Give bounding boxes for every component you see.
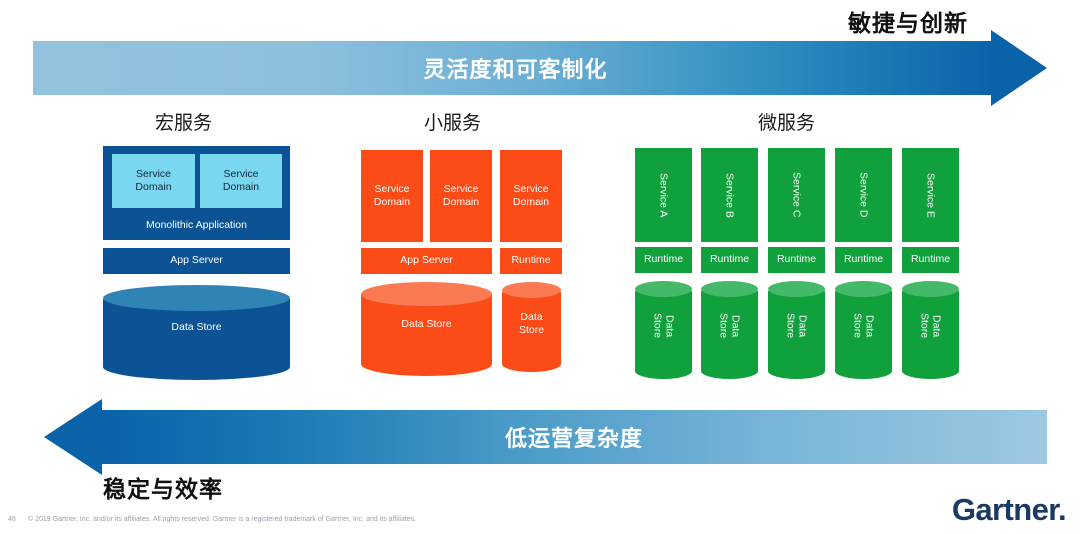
slide-canvas: 敏捷与创新 灵活度和可客制化 宏服务 小服务 微服务 Service Domai… <box>0 0 1080 534</box>
cylinder-top-cap <box>502 282 561 298</box>
service-domain-box: Service Domain <box>200 154 282 208</box>
service-domain-box: Service Domain <box>430 150 492 242</box>
service-label: Service B <box>723 172 736 218</box>
data-store-cylinder: Data Store <box>635 281 692 379</box>
stability-arrow-label: 低运营复杂度 <box>504 426 643 451</box>
service-label: Service C <box>790 172 803 218</box>
cylinder-bottom-cap <box>635 363 692 379</box>
gartner-logo-mark: . <box>1057 492 1067 527</box>
cylinder-bottom-cap <box>361 352 492 376</box>
stability-arrow-head-icon <box>44 399 102 475</box>
cylinder-top-cap <box>768 281 825 297</box>
cylinder-bottom-cap <box>902 363 959 379</box>
cylinder-bottom-cap <box>701 363 758 379</box>
runtime-box: Runtime <box>635 247 692 273</box>
page-number: 48 <box>8 516 16 523</box>
cylinder-top-cap <box>902 281 959 297</box>
data-store-text: Data Store <box>784 313 809 339</box>
service-label: Service A <box>657 172 670 218</box>
data-store-text: Data Store <box>851 313 876 339</box>
app-server-box: App Server <box>361 248 492 274</box>
gartner-logo: Gartner. <box>951 492 1067 528</box>
cylinder-top-cap <box>361 282 492 306</box>
service-box-d: Service D <box>835 148 892 242</box>
column-title-macroservices: 宏服务 <box>155 113 213 134</box>
runtime-box: Runtime <box>500 248 562 274</box>
data-store-text: Data Store <box>717 313 742 339</box>
service-box-a: Service A <box>635 148 692 242</box>
service-box-b: Service B <box>701 148 758 242</box>
runtime-box: Runtime <box>902 247 959 273</box>
data-store-label: Data Store <box>902 305 959 347</box>
data-store-cylinder: Data Store <box>768 281 825 379</box>
monolithic-application-label: Monolithic Application <box>146 219 247 232</box>
data-store-label: Data Store <box>835 305 892 347</box>
runtime-box: Runtime <box>701 247 758 273</box>
data-store-cylinder: Data Store <box>502 282 561 372</box>
data-store-label: Data Store <box>701 305 758 347</box>
stability-arrow: 低运营复杂度 <box>44 399 1047 475</box>
data-store-text: Data Store <box>651 313 676 339</box>
data-store-cylinder: Data Store <box>902 281 959 379</box>
service-domain-box: Service Domain <box>112 154 195 208</box>
cylinder-top-cap <box>835 281 892 297</box>
cylinder-bottom-cap <box>768 363 825 379</box>
top-right-caption: 敏捷与创新 <box>848 10 968 36</box>
service-box-e: Service E <box>902 148 959 242</box>
data-store-text: Data Store <box>918 313 943 339</box>
cylinder-bottom-cap <box>502 356 561 372</box>
data-store-label: Data Store <box>768 305 825 347</box>
cylinder-top-cap <box>701 281 758 297</box>
runtime-box: Runtime <box>768 247 825 273</box>
app-server-box: App Server <box>103 248 290 274</box>
runtime-box: Runtime <box>835 247 892 273</box>
data-store-cylinder: Data Store <box>103 285 290 380</box>
column-title-miniservices: 小服务 <box>424 113 482 134</box>
cylinder-top-cap <box>103 285 290 311</box>
service-domain-box: Service Domain <box>361 150 423 242</box>
gartner-logo-text: Gartner <box>951 492 1059 527</box>
agility-arrow: 灵活度和可客制化 <box>33 30 1047 106</box>
cylinder-bottom-cap <box>103 354 290 380</box>
column-title-microservices: 微服务 <box>758 113 816 134</box>
data-store-cylinder: Data Store <box>835 281 892 379</box>
copyright-text: © 2019 Gartner, Inc. and/or its affiliat… <box>28 516 417 523</box>
service-label: Service E <box>924 172 937 218</box>
service-domain-box: Service Domain <box>500 150 562 242</box>
data-store-cylinder: Data Store <box>701 281 758 379</box>
bottom-left-caption: 稳定与效率 <box>103 476 223 502</box>
data-store-cylinder: Data Store <box>361 282 492 376</box>
data-store-label: Data Store <box>401 318 452 331</box>
data-store-label: Data Store <box>171 321 222 334</box>
service-label: Service D <box>857 172 870 218</box>
data-store-label: Data Store <box>635 305 692 347</box>
cylinder-bottom-cap <box>835 363 892 379</box>
agility-arrow-label: 灵活度和可客制化 <box>423 57 608 82</box>
service-box-c: Service C <box>768 148 825 242</box>
agility-arrow-head-icon <box>991 30 1047 106</box>
data-store-label: Data Store <box>518 310 545 336</box>
cylinder-top-cap <box>635 281 692 297</box>
